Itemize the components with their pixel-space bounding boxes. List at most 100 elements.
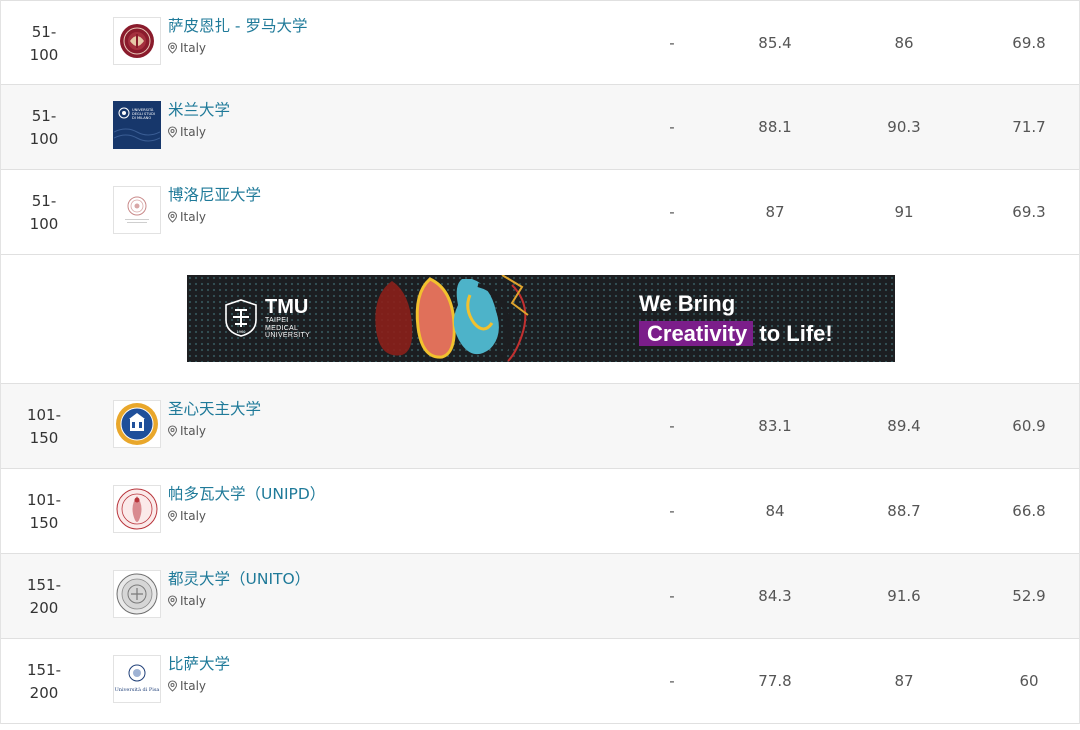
location: Italy (167, 424, 206, 438)
score-cell: 69.8 (1012, 34, 1046, 52)
padova-seal-icon (116, 488, 158, 530)
score-cell: 66.8 (1012, 502, 1046, 520)
score-cell: 69.3 (1012, 203, 1046, 221)
score-cell: 89.4 (887, 417, 921, 435)
tmu-seal-year: 1960 (237, 330, 246, 334)
table-row: 151- 200 Università di Pisa 比萨大学 Italy -… (1, 639, 1079, 724)
score-cell: 84 (765, 502, 785, 520)
location-text: Italy (180, 679, 207, 693)
location-text: Italy (180, 41, 207, 55)
score-cell: 91.6 (887, 587, 921, 605)
map-pin-icon (167, 42, 178, 54)
score-cell: 90.3 (887, 118, 921, 136)
score-cell: 52.9 (1012, 587, 1046, 605)
score-cell: 87 (894, 672, 914, 690)
score-cell: 71.7 (1012, 118, 1046, 136)
university-logo[interactable] (113, 186, 161, 234)
university-name-link[interactable]: 博洛尼亚大学 (168, 183, 261, 205)
tmu-brand-sub: UNIVERSITY (265, 332, 311, 339)
university-name-link[interactable]: 帕多瓦大学（UNIPD） (168, 482, 325, 504)
university-logo[interactable] (113, 485, 161, 533)
score-cell: 91 (894, 203, 914, 221)
score-cell: 86 (894, 34, 914, 52)
tmu-wordmark: TMU TAIPEI MEDICAL UNIVERSITY (265, 297, 310, 340)
map-pin-icon (167, 425, 178, 437)
score-cell: - (669, 502, 675, 520)
university-name-link[interactable]: 米兰大学 (168, 98, 230, 120)
table-row: 51- 100 博洛尼亚大学 Italy - 87 91 69.3 (1, 170, 1079, 255)
score-cell: 85.4 (758, 34, 792, 52)
tmu-logo: 1960 TMU TAIPEI MEDICAL UNIVERSITY (223, 297, 310, 340)
location: Italy (167, 679, 206, 693)
score-cell: - (669, 118, 675, 136)
ad-slogan-line2: Creativity to Life! (639, 319, 833, 349)
tmu-ad-banner[interactable]: 1960 TMU TAIPEI MEDICAL UNIVERSITY We Br… (187, 275, 895, 362)
rank-cell: 51- 100 (29, 23, 59, 64)
university-name-link[interactable]: 比萨大学 (168, 652, 230, 674)
pisa-logo-icon: Università di Pisa (115, 664, 160, 693)
map-pin-icon (167, 510, 178, 522)
map-pin-icon (167, 595, 178, 607)
advertisement-row: 1960 TMU TAIPEI MEDICAL UNIVERSITY We Br… (1, 255, 1079, 384)
ad-slogan-rest: to Life! (759, 321, 833, 346)
tmu-shield-icon: 1960 (225, 299, 257, 338)
location: Italy (167, 210, 206, 224)
score-cell: 60 (1019, 672, 1039, 690)
location: Italy (167, 594, 206, 608)
university-name-link[interactable]: 都灵大学（UNITO） (168, 567, 310, 589)
table-row: 51- 100 UNIVERSITÀ DEGLI STUDI DI MILANO… (1, 85, 1079, 170)
location-text: Italy (180, 509, 207, 523)
location: Italy (167, 41, 206, 55)
rank-cell: 51- 100 (29, 192, 59, 233)
score-cell: 83.1 (758, 417, 792, 435)
map-pin-icon (167, 211, 178, 223)
sapienza-seal-icon (120, 24, 154, 58)
rank-cell: 101- 150 (26, 491, 62, 532)
university-name-link[interactable]: 圣心天主大学 (168, 397, 261, 419)
table-row: 101- 150 圣心天主大学 Italy - 83.1 89.4 60.9 (1, 384, 1079, 469)
score-cell: 84.3 (758, 587, 792, 605)
tmu-brand-sub: TAIPEI (265, 317, 289, 324)
torino-seal-icon (116, 573, 158, 615)
score-cell: - (669, 587, 675, 605)
rank-cell: 101- 150 (26, 406, 62, 447)
university-logo[interactable]: Università di Pisa (113, 655, 161, 703)
milano-logo-icon: UNIVERSITÀ DEGLI STUDI DI MILANO (114, 102, 160, 148)
score-cell: - (669, 417, 675, 435)
tmu-brand: TMU (265, 296, 309, 318)
table-row: 151- 200 都灵大学（UNITO） Italy - 84.3 91.6 5… (1, 554, 1079, 639)
table-row: 51- 100 萨皮恩扎 - 罗马大学 Italy - 85.4 86 69.8 (1, 0, 1079, 85)
ad-slogan-line1: We Bring (639, 291, 736, 316)
score-cell: 88.7 (887, 502, 921, 520)
score-cell: 88.1 (758, 118, 792, 136)
location: Italy (167, 509, 206, 523)
milano-caption: DI MILANO (132, 116, 151, 120)
university-logo[interactable] (113, 570, 161, 618)
university-logo[interactable]: UNIVERSITÀ DEGLI STUDI DI MILANO (113, 101, 161, 149)
map-pin-icon (167, 126, 178, 138)
rank-cell: 151- 200 (26, 661, 62, 702)
tmu-brand-sub: MEDICAL (265, 324, 299, 332)
location: Italy (167, 125, 206, 139)
score-cell: 60.9 (1012, 417, 1046, 435)
cattolica-seal-icon (116, 403, 158, 445)
score-cell: 87 (765, 203, 785, 221)
university-logo[interactable] (113, 17, 161, 65)
location-text: Italy (180, 594, 207, 608)
ranking-table: 51- 100 萨皮恩扎 - 罗马大学 Italy - 85.4 86 69.8 (0, 0, 1080, 724)
rank-cell: 151- 200 (26, 576, 62, 617)
score-cell: - (669, 203, 675, 221)
ad-slogan-highlight: Creativity (639, 321, 754, 346)
pisa-caption: Università di Pisa (115, 686, 160, 693)
university-logo[interactable] (113, 400, 161, 448)
rank-cell: 51- 100 (29, 107, 59, 148)
bologna-seal-icon (125, 196, 149, 223)
location-text: Italy (180, 424, 207, 438)
organs-illustration-icon (375, 275, 529, 362)
score-cell: - (669, 34, 675, 52)
location-text: Italy (180, 210, 207, 224)
university-name-link[interactable]: 萨皮恩扎 - 罗马大学 (168, 14, 307, 36)
location-text: Italy (180, 125, 207, 139)
ad-slogan: We Bring Creativity to Life! (639, 289, 833, 349)
score-cell: - (669, 672, 675, 690)
